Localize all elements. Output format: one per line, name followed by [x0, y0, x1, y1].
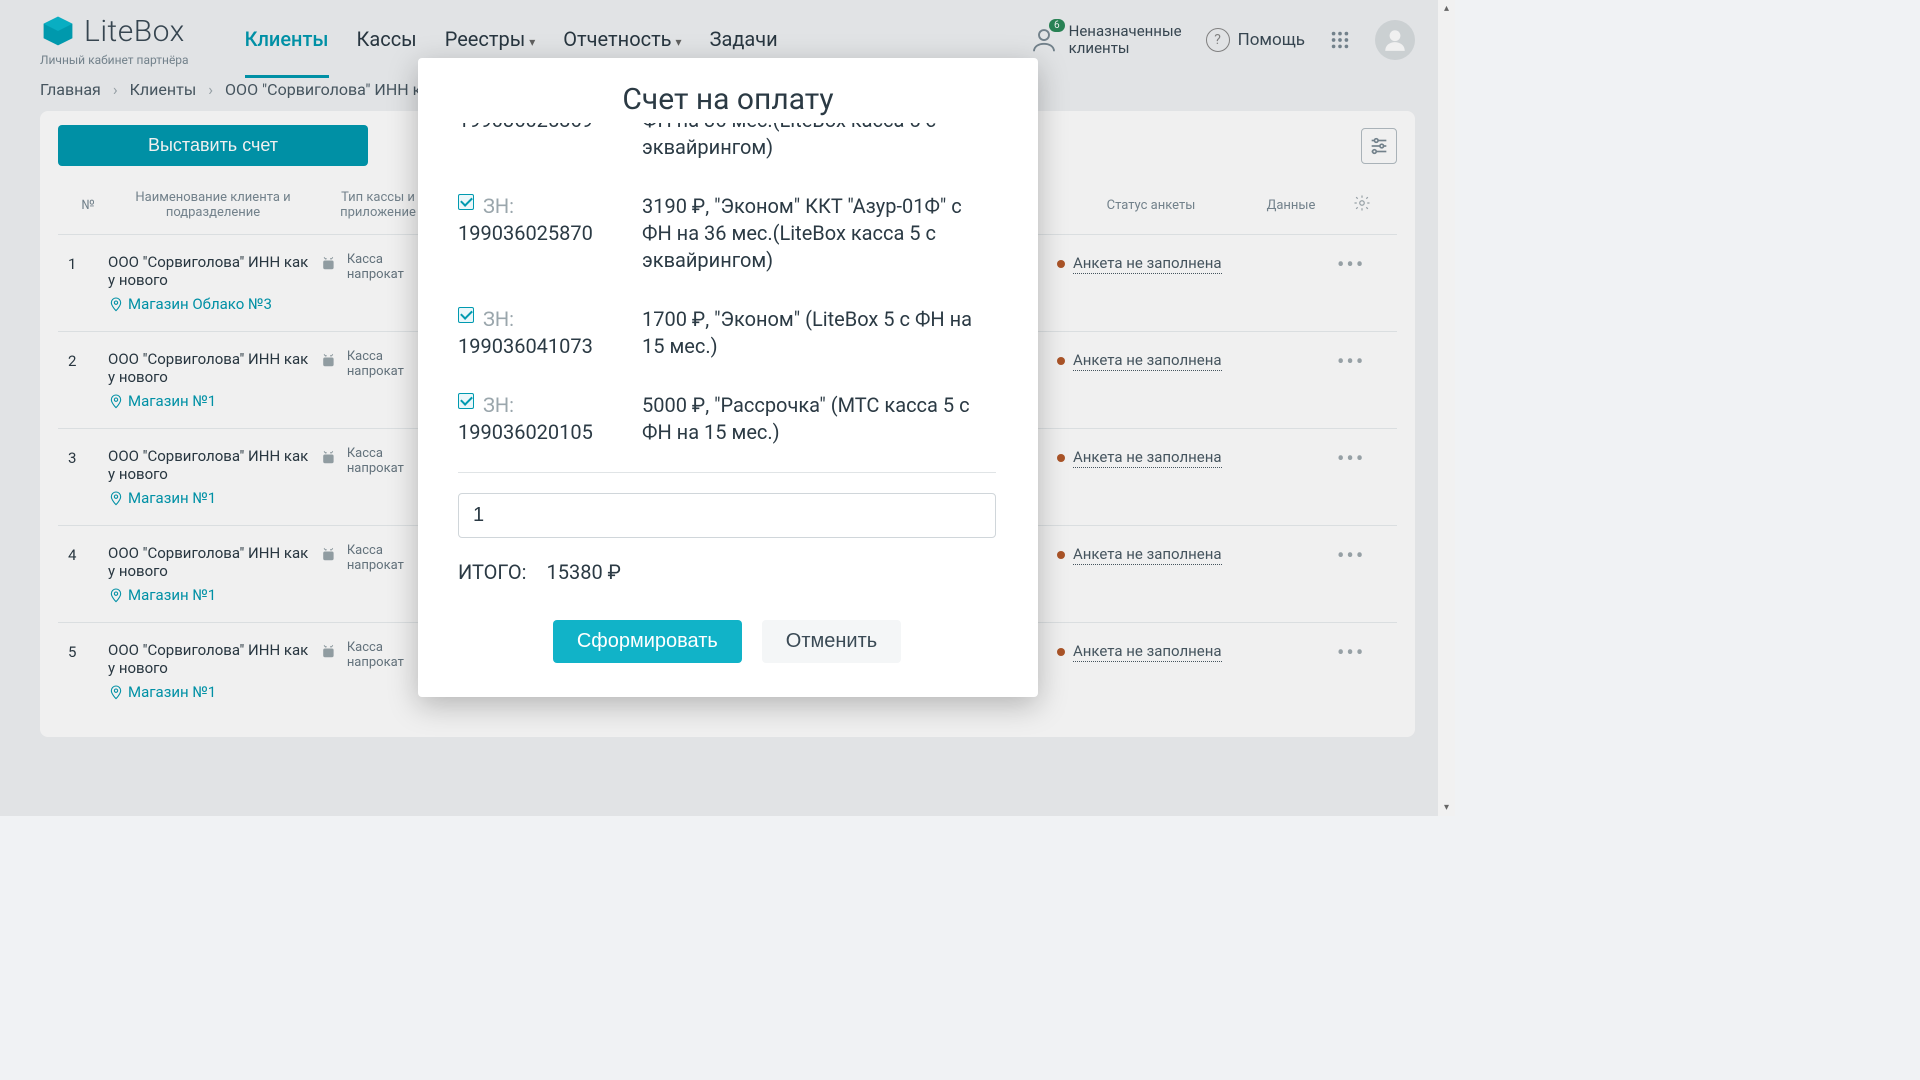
submit-button[interactable]: Сформировать: [553, 620, 742, 663]
modal-scroll-area[interactable]: 199036025869 ФН на 36 мес.(LiteBox касса…: [458, 123, 1004, 663]
breadcrumb-home[interactable]: Главная: [40, 80, 101, 99]
sliders-icon: [1368, 135, 1390, 157]
person-icon: 6: [1029, 25, 1059, 55]
chevron-right-icon: ›: [208, 80, 213, 99]
pin-icon: [108, 490, 124, 506]
status-dot-icon: [1057, 454, 1065, 462]
row-client: ООО "Сорвиголова" ИНН как у нового Магаз…: [108, 253, 318, 313]
pin-icon: [108, 684, 124, 700]
row-client: ООО "Сорвиголова" ИНН как у нового Магаз…: [108, 447, 318, 507]
invoice-modal: Счет на оплату 199036025869 ФН на 36 мес…: [418, 58, 1038, 697]
pin-icon: [108, 587, 124, 603]
row-location[interactable]: Магазин №1: [108, 586, 318, 604]
status-dot-icon: [1057, 551, 1065, 559]
row-menu-button[interactable]: •••: [1337, 544, 1387, 569]
row-status[interactable]: Анкета не заполнена: [1057, 350, 1257, 371]
row-menu-button[interactable]: •••: [1337, 641, 1387, 666]
col-data: Данные: [1251, 198, 1331, 213]
invoice-desc: 5000 ₽, "Рассрочка" (МТС касса 5 с ФН на…: [642, 392, 996, 446]
invoice-desc: ФН на 36 мес.(LiteBox касса 5 с эквайрин…: [642, 123, 996, 161]
invoice-item: ЗН:199036025870 3190 ₽, "Эконом" ККТ "Аз…: [458, 177, 996, 290]
invoice-zn: ЗН:199036020105: [458, 392, 618, 446]
question-icon: ?: [1206, 28, 1230, 52]
android-icon: [318, 544, 339, 566]
logo-subtitle: Личный кабинет партнёра: [40, 53, 189, 67]
row-status[interactable]: Анкета не заполнена: [1057, 544, 1257, 565]
row-client: ООО "Сорвиголова" ИНН как у нового Магаз…: [108, 641, 318, 701]
row-status[interactable]: Анкета не заполнена: [1057, 641, 1257, 662]
row-num: 5: [68, 641, 108, 661]
filters-button[interactable]: [1361, 128, 1397, 164]
row-location[interactable]: Магазин №1: [108, 683, 318, 701]
unassigned-badge: 6: [1049, 19, 1065, 32]
gear-icon[interactable]: [1337, 194, 1387, 216]
row-location[interactable]: Магазин №1: [108, 392, 318, 410]
row-menu-button[interactable]: •••: [1337, 253, 1387, 278]
status-dot-icon: [1057, 648, 1065, 656]
row-client: ООО "Сорвиголова" ИНН как у нового Магаз…: [108, 544, 318, 604]
total-label: ИТОГО:: [458, 560, 526, 584]
os-scrollbar[interactable]: ▴ ▾: [1438, 0, 1455, 816]
total-value: 15380 ₽: [546, 560, 620, 584]
row-num: 3: [68, 447, 108, 467]
row-num: 1: [68, 253, 108, 273]
unassigned-clients-button[interactable]: 6 Неназначенные клиенты: [1029, 23, 1182, 58]
issue-invoice-button[interactable]: Выставить счет: [58, 125, 368, 166]
chevron-right-icon: ›: [113, 80, 118, 99]
status-dot-icon: [1057, 357, 1065, 365]
chevron-down-icon: ▾: [676, 35, 682, 49]
nav-kassy[interactable]: Кассы: [357, 3, 417, 78]
col-status: Статус анкеты: [1051, 198, 1251, 213]
invoice-desc: 3190 ₽, "Эконом" ККТ "Азур-01Ф" с ФН на …: [642, 193, 996, 274]
checkbox-icon[interactable]: [458, 194, 474, 210]
checkbox-icon[interactable]: [458, 307, 474, 323]
quantity-input[interactable]: [458, 493, 996, 538]
android-icon: [318, 253, 339, 275]
row-location[interactable]: Магазин Облако №3: [108, 295, 318, 313]
row-num: 2: [68, 350, 108, 370]
cancel-button[interactable]: Отменить: [762, 620, 901, 663]
divider: [458, 472, 996, 473]
col-client: Наименование клиента и подразделение: [108, 190, 318, 220]
android-icon: [318, 641, 339, 663]
invoice-zn: ЗН:199036025870: [458, 193, 618, 274]
avatar[interactable]: [1375, 20, 1415, 60]
logo[interactable]: LiteBox Личный кабинет партнёра: [40, 13, 189, 67]
checkbox-icon[interactable]: [458, 393, 474, 409]
apps-grid-icon[interactable]: [1329, 29, 1351, 51]
invoice-item: ЗН:199036020105 5000 ₽, "Рассрочка" (МТС…: [458, 376, 996, 462]
invoice-zn: ЗН:199036041073: [458, 306, 618, 360]
pin-icon: [108, 393, 124, 409]
scroll-up-icon[interactable]: ▴: [1438, 0, 1455, 17]
status-dot-icon: [1057, 260, 1065, 268]
scroll-down-icon[interactable]: ▾: [1438, 799, 1455, 816]
row-status[interactable]: Анкета не заполнена: [1057, 253, 1257, 274]
invoice-item: 199036025869 ФН на 36 мес.(LiteBox касса…: [458, 123, 996, 177]
pin-icon: [108, 296, 124, 312]
col-num: №: [68, 198, 108, 213]
logo-text: LiteBox: [84, 14, 185, 49]
invoice-zn: 199036025869: [458, 123, 618, 161]
invoice-item: ЗН:199036041073 1700 ₽, "Эконом" (LiteBo…: [458, 290, 996, 376]
row-status[interactable]: Анкета не заполнена: [1057, 447, 1257, 468]
android-icon: [318, 447, 339, 469]
modal-title: Счет на оплату: [418, 82, 1038, 117]
android-icon: [318, 350, 339, 372]
nav-clients[interactable]: Клиенты: [245, 3, 329, 78]
user-icon: [1382, 27, 1408, 53]
breadcrumb-clients[interactable]: Клиенты: [130, 80, 197, 99]
invoice-desc: 1700 ₽, "Эконом" (LiteBox 5 с ФН на 15 м…: [642, 306, 996, 360]
unassigned-label: Неназначенные клиенты: [1069, 23, 1182, 58]
row-client: ООО "Сорвиголова" ИНН как у нового Магаз…: [108, 350, 318, 410]
row-location[interactable]: Магазин №1: [108, 489, 318, 507]
row-menu-button[interactable]: •••: [1337, 447, 1387, 472]
row-num: 4: [68, 544, 108, 564]
help-button[interactable]: ? Помощь: [1206, 28, 1305, 52]
logo-icon: [40, 13, 76, 49]
row-menu-button[interactable]: •••: [1337, 350, 1387, 375]
chevron-down-icon: ▾: [529, 35, 535, 49]
